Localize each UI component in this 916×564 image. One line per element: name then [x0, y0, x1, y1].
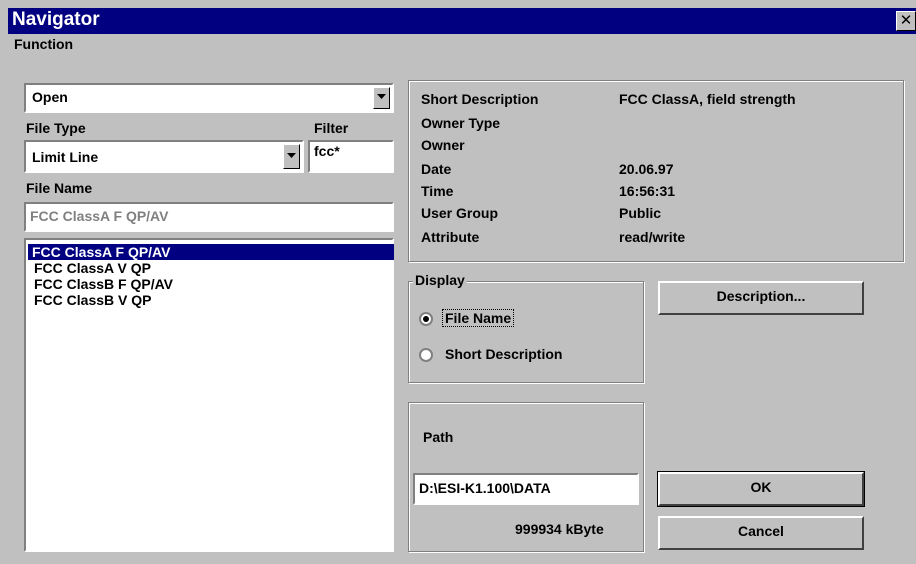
function-dropdown[interactable]: Open — [24, 83, 394, 113]
display-group: Display File Name Short Description — [408, 272, 644, 383]
info-value: Public — [619, 205, 662, 221]
file-type-dropdown-arrow[interactable] — [283, 144, 300, 169]
description-button-label: Description... — [716, 288, 806, 304]
file-type-value: Limit Line — [32, 149, 99, 165]
file-name-input[interactable]: FCC ClassA F QP/AV — [24, 202, 394, 232]
info-key: Date — [421, 161, 452, 177]
list-item[interactable]: FCC ClassA V QP — [30, 260, 155, 276]
info-value: read/write — [619, 229, 686, 245]
chevron-down-icon — [287, 153, 296, 158]
radio-button[interactable] — [419, 348, 433, 362]
list-item[interactable]: FCC ClassB V QP — [30, 292, 155, 308]
path-label: Path — [423, 429, 454, 445]
filter-label: Filter — [314, 120, 349, 136]
description-button[interactable]: Description... — [658, 281, 864, 315]
file-type-dropdown[interactable]: Limit Line — [24, 140, 304, 173]
path-value: D:\ESI-K1.100\DATA — [419, 480, 551, 496]
display-label: Display — [413, 272, 467, 288]
filter-value: fcc* — [314, 143, 340, 159]
file-name-label: File Name — [26, 180, 93, 196]
info-value: 20.06.97 — [619, 161, 674, 177]
function-value: Open — [32, 89, 68, 105]
info-value: FCC ClassA, field strength — [619, 91, 796, 107]
file-list[interactable]: FCC ClassA F QP/AV FCC ClassA V QP FCC C… — [24, 238, 394, 552]
free-space-value: 999934 kByte — [515, 521, 604, 537]
info-key: Attribute — [421, 229, 480, 245]
radio-selected-dot — [423, 316, 429, 322]
info-key: Owner — [421, 137, 465, 153]
ok-button-label: OK — [750, 479, 772, 495]
file-type-label: File Type — [26, 120, 86, 136]
path-group: Path D:\ESI-K1.100\DATA 999934 kByte — [408, 402, 644, 552]
cancel-button-label: Cancel — [738, 523, 784, 539]
chevron-down-icon — [377, 94, 386, 99]
radio-label: File Name — [441, 309, 515, 327]
title-bar[interactable]: Navigator ✕ — [8, 8, 916, 34]
info-key: User Group — [421, 205, 499, 221]
list-item[interactable]: FCC ClassA F QP/AV — [28, 244, 394, 260]
ok-button[interactable]: OK — [657, 471, 865, 507]
file-info-panel: Short Description FCC ClassA, field stre… — [408, 80, 904, 262]
function-dropdown-arrow[interactable] — [373, 87, 390, 109]
cancel-button[interactable]: Cancel — [658, 516, 864, 550]
info-key: Short Description — [421, 91, 539, 107]
function-label: Function — [14, 36, 74, 52]
close-icon[interactable]: ✕ — [896, 11, 916, 31]
radio-label: Short Description — [445, 346, 563, 362]
info-key: Time — [421, 183, 454, 199]
radio-button[interactable] — [419, 312, 433, 326]
filter-input[interactable]: fcc* — [308, 140, 394, 173]
window-title: Navigator — [12, 9, 100, 30]
path-field[interactable]: D:\ESI-K1.100\DATA — [413, 473, 639, 505]
list-item[interactable]: FCC ClassB F QP/AV — [30, 276, 177, 292]
navigator-window: Navigator ✕ Function Open File Type Limi… — [0, 0, 916, 564]
info-key: Owner Type — [421, 115, 501, 131]
info-value: 16:56:31 — [619, 183, 676, 199]
file-name-value: FCC ClassA F QP/AV — [30, 208, 169, 224]
